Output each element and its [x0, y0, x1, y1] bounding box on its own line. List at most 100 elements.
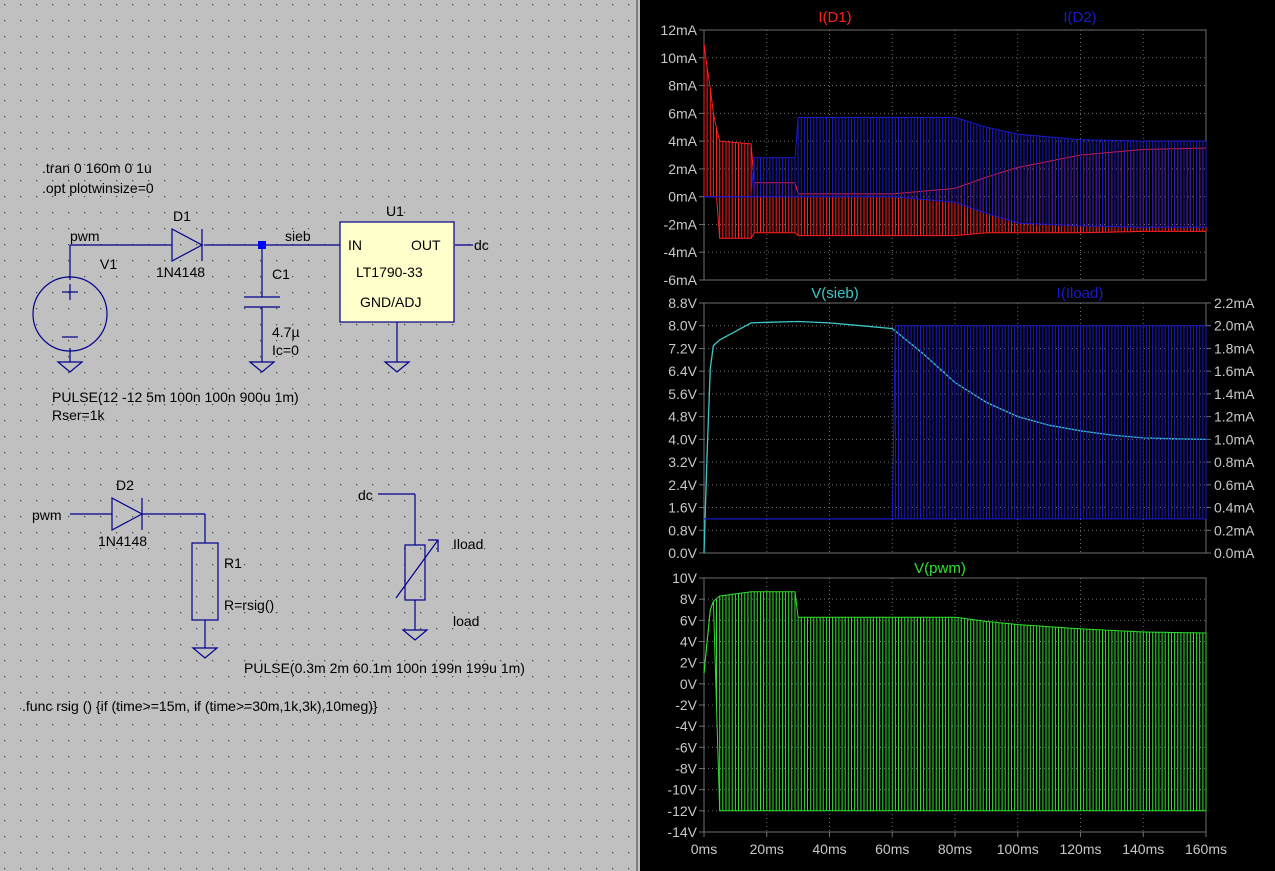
d2-name: D2	[116, 477, 134, 493]
junction-dot	[258, 241, 266, 249]
y-tick-label: 8V	[680, 591, 698, 607]
y2-tick-label: 1.6mA	[1214, 363, 1255, 379]
iload-label: load	[453, 613, 479, 629]
net-label-pwm-bottom[interactable]: pwm	[32, 507, 62, 523]
y-tick-label: 7.2V	[668, 340, 697, 356]
y-tick-label: 6V	[680, 612, 698, 628]
x-tick-label: 120ms	[1059, 841, 1101, 857]
trace-title: I(D1)	[818, 9, 851, 26]
trace-title: V(sieb)	[811, 285, 859, 302]
y-tick-label: -4V	[675, 718, 697, 734]
net-label-dc-out[interactable]: dc	[474, 237, 489, 253]
schematic-editor[interactable]: .tran 0 160m 0 1u .opt plotwinsize=0 pwm…	[0, 0, 638, 871]
x-tick-label: 100ms	[997, 841, 1039, 857]
d1-model: 1N4148	[156, 264, 205, 280]
y-tick-label: 5.6V	[668, 386, 697, 402]
y-tick-label: -10V	[667, 782, 697, 798]
series-i-iload-	[704, 325, 1207, 520]
y-tick-label: 6mA	[668, 105, 697, 121]
series-pulses	[894, 325, 1207, 519]
y2-tick-label: 1.2mA	[1214, 409, 1255, 425]
u1-pin-out: OUT	[411, 237, 441, 253]
d2-model: 1N4148	[98, 533, 147, 549]
y-tick-label: -6V	[675, 739, 697, 755]
x-tick-label: 160ms	[1185, 841, 1227, 857]
y-tick-label: 8.8V	[668, 295, 697, 311]
net-label-dc-load[interactable]: dc	[358, 487, 373, 503]
y-tick-label: 8mA	[668, 78, 697, 94]
v1-rser[interactable]: Rser=1k	[52, 407, 106, 423]
y2-tick-label: 0.6mA	[1214, 477, 1255, 493]
u1-pin-in: IN	[348, 237, 362, 253]
y-tick-label: 3.2V	[668, 454, 697, 470]
y-tick-label: 10mA	[660, 50, 697, 66]
y-tick-label: 4V	[680, 634, 698, 650]
dot-grid	[0, 0, 636, 871]
y-tick-label: 10V	[672, 570, 698, 586]
y-tick-label: 4.8V	[668, 409, 697, 425]
waveform-viewer[interactable]: 12mA 10mA 8mA 6mA 4mA 2mA 0mA -2mA -4mA -6mA I(D1)…	[640, 0, 1275, 871]
waveform-canvas[interactable]: 12mA 10mA 8mA 6mA 4mA 2mA 0mA -2mA -4mA -6mA I(D1)…	[640, 0, 1275, 871]
y-tick-label: -8V	[675, 761, 697, 777]
plot-pane-2: 8.8V 8.0V 7.2V 6.4V 5.6V 4.8V 4.0V 3.2V 2.4V 1.6V…	[668, 285, 1255, 561]
c1-value[interactable]: 4.7µ	[272, 324, 300, 340]
y2-tick-label: 1.4mA	[1214, 386, 1255, 402]
v1-name: V1	[100, 256, 117, 272]
series-pulses	[716, 591, 1207, 811]
c1-name: C1	[272, 266, 290, 282]
y2-tick-label: 0.4mA	[1214, 500, 1255, 516]
series-v-pwm-	[703, 591, 1207, 812]
r1-value[interactable]: R=rsig()	[224, 597, 274, 613]
y2-tick-label: 1.0mA	[1214, 431, 1255, 447]
y-tick-label: 0V	[680, 676, 698, 692]
net-label-sieb[interactable]: sieb	[285, 228, 311, 244]
y2-tick-label: 2.2mA	[1214, 295, 1255, 311]
x-tick-label: 80ms	[938, 841, 972, 857]
u1-name: U1	[386, 203, 404, 219]
y-tick-label: 0.0V	[668, 545, 697, 561]
u1-pin-gnd: GND/ADJ	[360, 294, 421, 310]
plot-pane-1: 12mA 10mA 8mA 6mA 4mA 2mA 0mA -2mA -4mA -6mA I(D1)…	[660, 9, 1207, 288]
y-tick-label: -6mA	[664, 272, 698, 288]
y-tick-label: 12mA	[660, 22, 697, 38]
y-tick-label: 2V	[680, 655, 698, 671]
y-tick-label: 2.4V	[668, 477, 697, 493]
y-tick-label: -2V	[675, 697, 697, 713]
y-tick-label: 4mA	[668, 133, 697, 149]
x-tick-label: 60ms	[875, 841, 909, 857]
y2-tick-label: 0.0mA	[1214, 545, 1255, 561]
trace-title: I(Iload)	[1057, 285, 1104, 302]
y-tick-label: 0mA	[668, 189, 697, 205]
y-tick-label: 4.0V	[668, 431, 697, 447]
y2-tick-label: 1.8mA	[1214, 340, 1255, 356]
schematic-canvas[interactable]: .tran 0 160m 0 1u .opt plotwinsize=0 pwm…	[0, 0, 638, 871]
y2-tick-label: 2.0mA	[1214, 318, 1255, 334]
trace-title: V(pwm)	[914, 560, 966, 577]
plot-pane-3: 10V 8V 6V 4V 2V 0V -2V -4V -6V -8V -10V -12V -14V V(p…	[667, 560, 1207, 840]
x-tick-label: 40ms	[812, 841, 846, 857]
y-tick-label: -4mA	[664, 244, 698, 260]
x-tick-label: 140ms	[1122, 841, 1164, 857]
y-tick-label: 6.4V	[668, 363, 697, 379]
iload-value[interactable]: PULSE(0.3m 2m 60.1m 100n 199n 199u 1m)	[244, 660, 525, 676]
y2-tick-label: 0.8mA	[1214, 454, 1255, 470]
y-tick-label: -12V	[667, 803, 697, 819]
y-tick-label: 8.0V	[668, 318, 697, 334]
net-label-pwm-top[interactable]: pwm	[70, 228, 100, 244]
c1-ic[interactable]: Ic=0	[272, 342, 299, 358]
iload-name: Iload	[453, 536, 483, 552]
d1-name: D1	[173, 208, 191, 224]
y-tick-label: 0.8V	[668, 522, 697, 538]
r1-name: R1	[224, 555, 242, 571]
y-tick-label: 2mA	[668, 161, 697, 177]
x-tick-label: 0ms	[691, 841, 717, 857]
opt-directive[interactable]: .opt plotwinsize=0	[42, 180, 154, 196]
v1-value[interactable]: PULSE(12 -12 5m 100n 100n 900u 1m)	[52, 389, 299, 405]
y-tick-label: 1.6V	[668, 500, 697, 516]
x-tick-label: 20ms	[750, 841, 784, 857]
trace-title: I(D2)	[1063, 9, 1096, 26]
y-tick-label: -14V	[667, 824, 697, 840]
func-directive[interactable]: .func rsig () {if (time>=15m, if (time>=…	[22, 698, 378, 714]
u1-part: LT1790-33	[356, 264, 423, 280]
tran-directive[interactable]: .tran 0 160m 0 1u	[42, 160, 152, 176]
